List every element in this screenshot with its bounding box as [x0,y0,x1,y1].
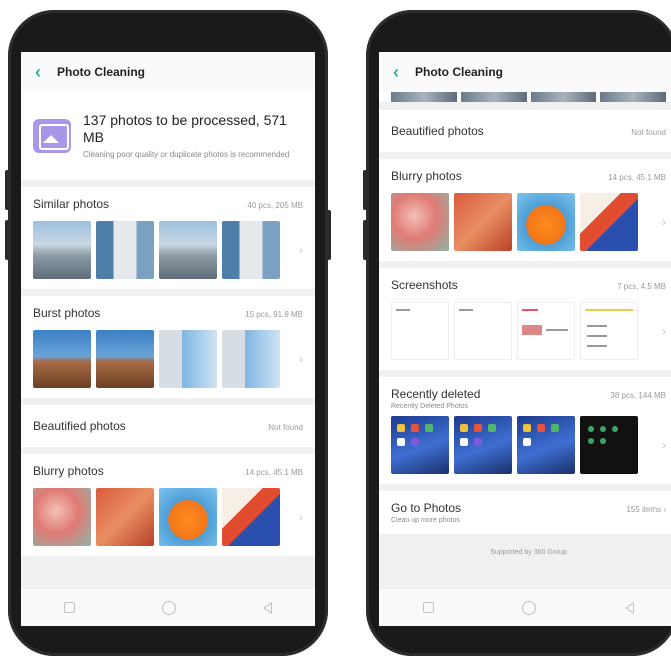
photo-thumbnail[interactable] [391,92,457,102]
back-icon[interactable] [624,601,634,614]
recent-apps-icon[interactable] [64,602,76,613]
back-icon[interactable] [262,601,272,614]
summary-description: Cleaning poor quality or duplicate photo… [83,150,290,159]
section-title: Burst photos [33,306,101,320]
section-title: Screenshots [391,278,458,292]
stage: ‹ Photo Cleaning 137 photos to be proces… [0,0,671,664]
system-nav-bar [21,588,315,626]
section-meta: 155 items › [626,505,666,514]
system-nav-bar [379,588,671,626]
photo-thumbnail[interactable] [159,221,217,279]
section-meta: 40 pcs, 205 MB [247,201,303,210]
summary-title: 137 photos to be processed, 571 MB [83,112,287,145]
volume-button [5,220,9,260]
section-meta: 14 pcs, 45.1 MB [608,173,666,182]
section-subtitle: Recently Deleted Photos [391,403,469,410]
photo-thumbnail[interactable] [96,488,154,546]
app-bar: ‹ Photo Cleaning [21,52,315,92]
scrolled-thumbnail-strip [379,92,671,102]
section-meta: 14 pcs, 45.1 MB [245,468,303,477]
section-meta: 38 pcs, 144 MB [610,391,666,400]
section-beautified-photos[interactable]: Beautified photos Not found [379,110,671,152]
photo-thumbnail[interactable] [96,330,154,388]
phone-right: ‹ Photo Cleaning Beautified photos Not f… [363,10,671,656]
section-meta: 15 pcs, 91.9 MB [245,310,303,319]
page-title: Photo Cleaning [415,65,503,79]
section-beautified-photos[interactable]: Beautified photos Not found [21,405,315,447]
section-similar-photos[interactable]: Similar photos 40 pcs, 205 MB › [21,187,315,289]
photo-thumbnail[interactable] [33,488,91,546]
section-go-to-photos[interactable]: Go to Photos 155 items › Clean up more p… [379,491,671,534]
photo-thumbnail[interactable] [454,193,512,251]
section-meta: Not found [268,423,303,432]
section-subtitle: Clean up more photos [391,517,460,524]
section-title: Recently deleted [391,387,481,401]
gallery-icon [33,119,71,153]
footer-note: Supported by 360 Group [490,549,567,556]
photo-thumbnail[interactable] [391,416,449,474]
photo-thumbnail[interactable] [33,330,91,388]
summary-card: 137 photos to be processed, 571 MB Clean… [21,92,315,180]
photo-thumbnail[interactable] [460,92,527,102]
section-blurry-photos[interactable]: Blurry photos 14 pcs, 45.1 MB › [21,454,315,556]
screenshot-thumbnail[interactable] [517,302,575,360]
chevron-right-icon[interactable]: › [299,352,303,366]
photo-thumbnail[interactable] [517,193,575,251]
photo-thumbnail[interactable] [159,488,217,546]
section-title: Blurry photos [391,169,462,183]
app-bar: ‹ Photo Cleaning [379,52,671,92]
screenshot-thumbnail[interactable] [454,302,512,360]
phone-left: ‹ Photo Cleaning 137 photos to be proces… [5,10,331,656]
photo-thumbnail[interactable] [530,92,597,102]
chevron-right-icon[interactable]: › [299,510,303,524]
photo-thumbnail[interactable] [391,193,449,251]
photo-thumbnail[interactable] [222,221,280,279]
photo-thumbnail[interactable] [33,221,91,279]
chevron-right-icon[interactable]: › [662,438,666,452]
section-title: Blurry photos [33,464,104,478]
section-title: Beautified photos [391,124,484,138]
photo-thumbnail[interactable] [222,488,280,546]
volume-button [5,170,9,210]
section-burst-photos[interactable]: Burst photos 15 pcs, 91.9 MB › [21,296,315,398]
photo-thumbnail[interactable] [580,416,638,474]
volume-button [363,170,367,210]
section-title: Similar photos [33,197,110,211]
photo-thumbnail[interactable] [96,221,154,279]
home-icon[interactable] [522,600,537,615]
photo-thumbnail[interactable] [600,92,666,102]
section-recently-deleted[interactable]: Recently deleted 38 pcs, 144 MB Recently… [379,377,671,484]
screenshot-thumbnail[interactable] [580,302,638,360]
volume-button [363,220,367,260]
section-title: Go to Photos [391,501,462,515]
photo-thumbnail[interactable] [222,330,280,388]
chevron-right-icon[interactable]: › [299,243,303,257]
section-meta: Not found [631,128,666,137]
back-chevron-icon[interactable]: ‹ [35,63,51,81]
page-title: Photo Cleaning [57,65,145,79]
section-blurry-photos[interactable]: Blurry photos 14 pcs, 45.1 MB › [379,159,671,261]
section-meta: 7 pcs, 4.5 MB [617,282,666,291]
screenshot-thumbnail[interactable] [391,302,449,360]
photo-thumbnail[interactable] [517,416,575,474]
chevron-right-icon[interactable]: › [662,215,666,229]
back-chevron-icon[interactable]: ‹ [393,63,409,81]
home-icon[interactable] [161,600,176,615]
power-button [327,210,331,260]
section-title: Beautified photos [33,419,126,433]
section-screenshots[interactable]: Screenshots 7 pcs, 4.5 MB › [379,268,671,370]
photo-thumbnail[interactable] [159,330,217,388]
chevron-right-icon[interactable]: › [662,324,666,338]
photo-thumbnail[interactable] [580,193,638,251]
screen-right: ‹ Photo Cleaning Beautified photos Not f… [379,52,671,626]
screen-left: ‹ Photo Cleaning 137 photos to be proces… [21,52,315,626]
photo-thumbnail[interactable] [454,416,512,474]
recent-apps-icon[interactable] [423,602,435,613]
